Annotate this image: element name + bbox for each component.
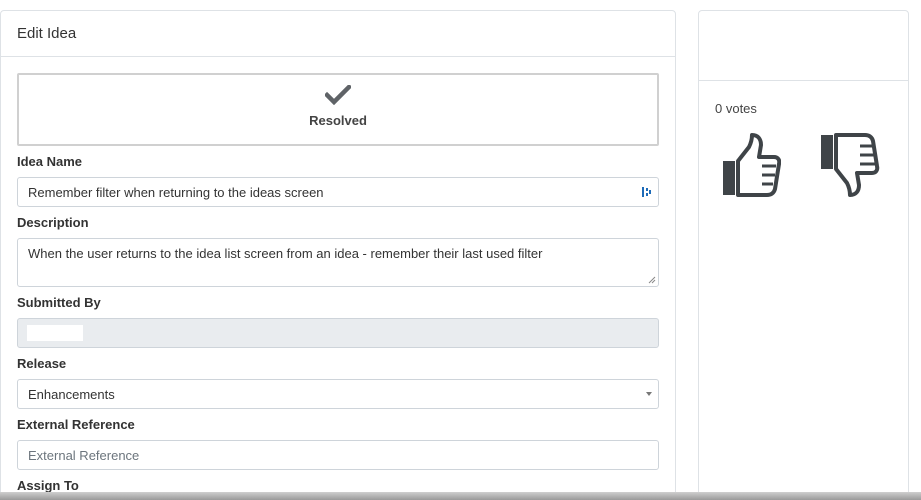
- resize-handle-icon[interactable]: [648, 276, 656, 284]
- thumbs-down-icon[interactable]: [819, 133, 881, 197]
- description-label: Description: [17, 215, 89, 230]
- window-bottom-edge: [0, 492, 921, 500]
- submitted-by-value: [27, 325, 83, 341]
- votes-panel-header: [699, 11, 908, 81]
- external-reference-placeholder: External Reference: [28, 448, 140, 463]
- votes-panel: 0 votes: [698, 10, 909, 500]
- release-select[interactable]: Enhancements: [17, 379, 659, 409]
- status-label: Resolved: [309, 113, 367, 128]
- submitted-by-label: Submitted By: [17, 295, 101, 310]
- description-value: When the user returns to the idea list s…: [28, 246, 543, 261]
- idea-name-value: Remember filter when returning to the id…: [28, 185, 324, 200]
- external-reference-label: External Reference: [17, 417, 135, 432]
- status-resolved-indicator[interactable]: Resolved: [17, 73, 659, 146]
- chevron-down-icon: [646, 392, 652, 396]
- edit-idea-form: Resolved Idea Name Remember filter when …: [1, 57, 675, 495]
- idea-name-label: Idea Name: [17, 154, 83, 169]
- release-label: Release: [17, 356, 67, 371]
- grammar-assistant-icon[interactable]: [642, 186, 652, 198]
- external-reference-input[interactable]: External Reference: [17, 440, 659, 470]
- idea-name-input[interactable]: Remember filter when returning to the id…: [17, 177, 659, 207]
- description-textarea[interactable]: When the user returns to the idea list s…: [17, 238, 659, 287]
- panel-title: Edit Idea: [1, 11, 675, 57]
- edit-idea-panel: Edit Idea Resolved Idea Name Remember fi…: [0, 10, 676, 500]
- thumbs-up-icon[interactable]: [719, 133, 781, 197]
- check-icon: [325, 85, 351, 105]
- vote-count: 0 votes: [715, 101, 757, 116]
- submitted-by-field: [17, 318, 659, 348]
- release-value: Enhancements: [28, 387, 115, 402]
